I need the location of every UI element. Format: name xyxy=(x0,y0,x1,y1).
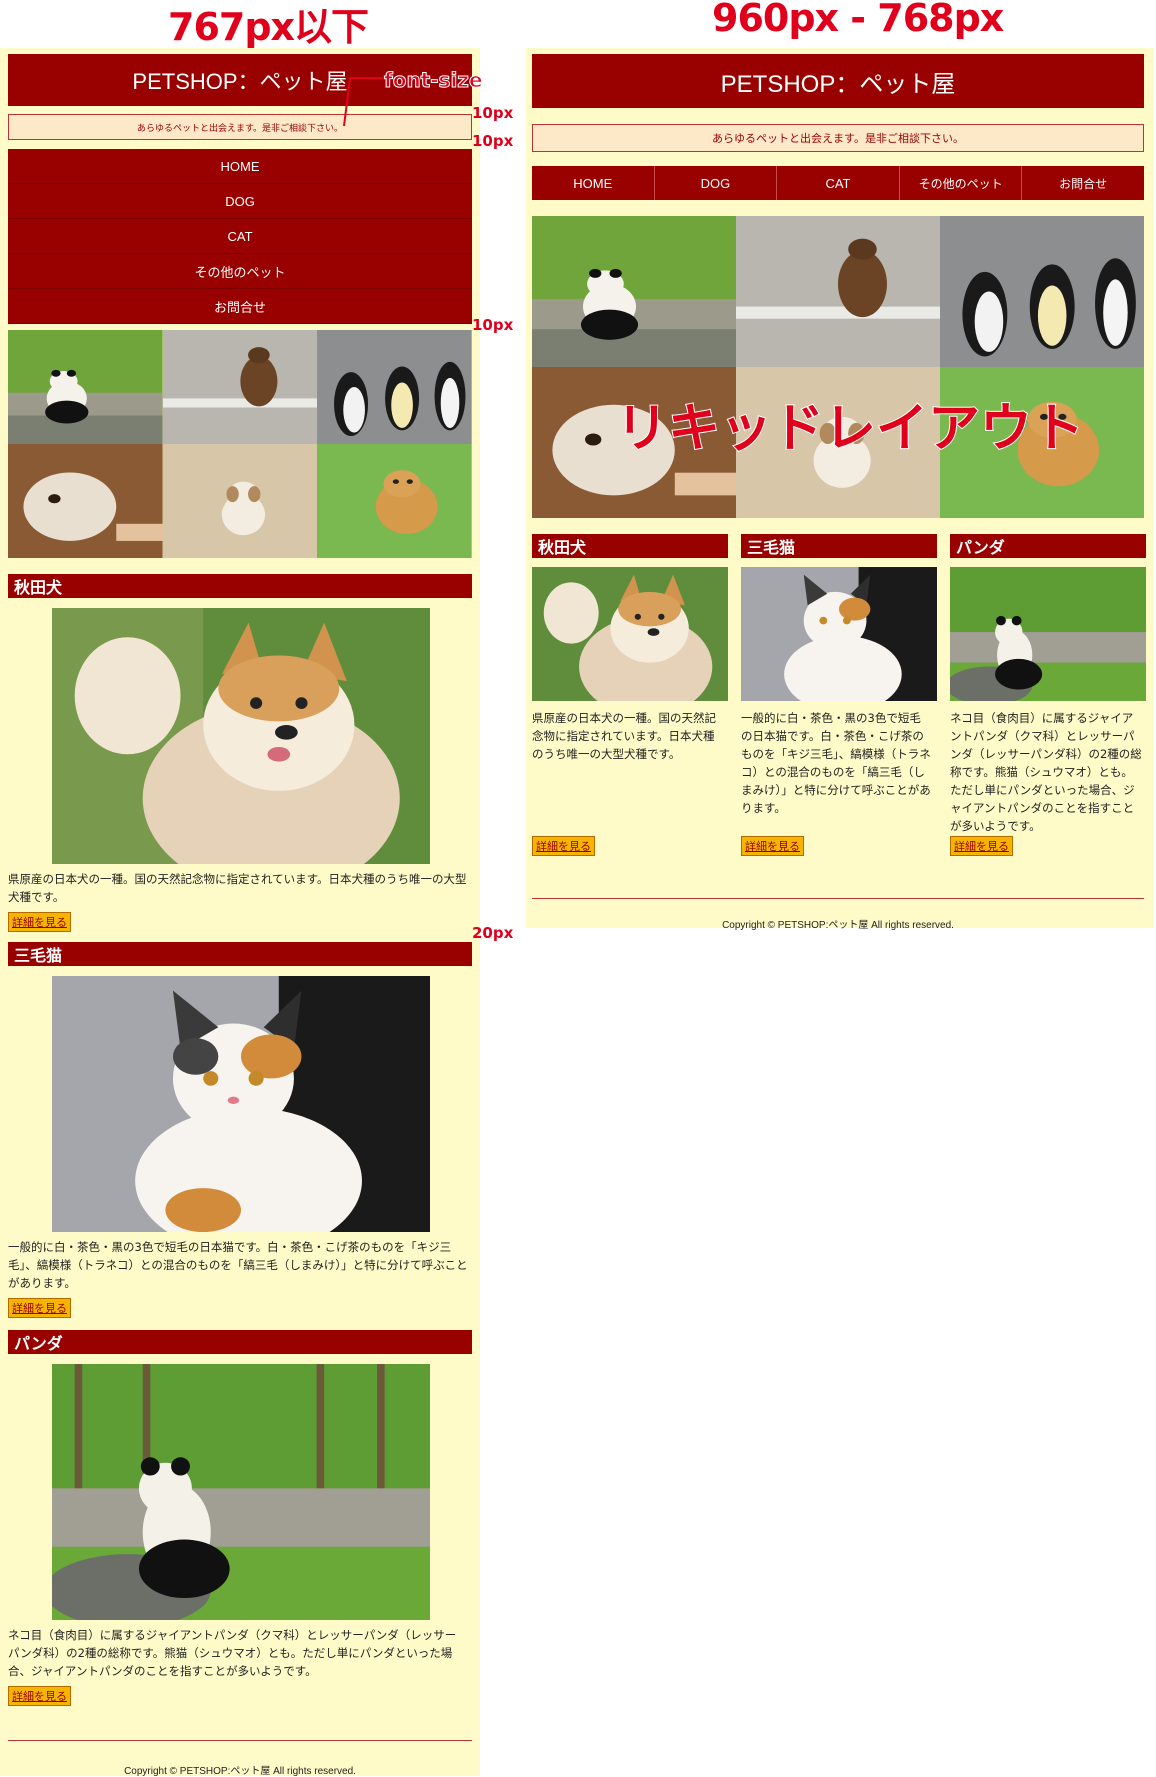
article-desc-calico-tablet: 一般的に白・茶色・黒の3色で短毛の日本猫です。白・茶色・こげ茶のものを「キジ三毛… xyxy=(741,711,931,815)
catch-copy-tablet: あらゆるペットと出会えます。是非ご相談下さい。 xyxy=(532,124,1144,152)
tablet-layout: PETSHOP：ペット屋 あらゆるペットと出会えます。是非ご相談下さい。 HOM… xyxy=(526,48,1154,931)
footer-copyright-tablet: Copyright © PETSHOP:ペット屋 All rights rese… xyxy=(722,920,954,931)
left-heading: 767px以下 xyxy=(168,5,369,49)
calico-detail-button-tablet[interactable]: 詳細を見る xyxy=(741,836,804,856)
camel-thumb xyxy=(8,444,163,558)
nav-home-tablet[interactable]: HOME xyxy=(532,166,655,200)
article-title-akita-tablet: 秋田犬 xyxy=(532,534,728,558)
panda-thumb-tablet xyxy=(532,216,736,367)
nav-dog[interactable]: DOG xyxy=(8,184,472,219)
article-title-calico: 三毛猫 xyxy=(8,942,472,966)
panda-thumb xyxy=(8,330,163,444)
hero-collage xyxy=(8,330,472,558)
tablet-nav: HOME DOG CAT その他のペット お問合せ xyxy=(532,166,1144,200)
nav-cat[interactable]: CAT xyxy=(8,219,472,254)
article-title-akita: 秋田犬 xyxy=(8,574,472,598)
akita-photo-tablet xyxy=(532,567,728,701)
nav-other-pets-tablet[interactable]: その他のペット xyxy=(899,166,1023,200)
nav-dog-tablet[interactable]: DOG xyxy=(654,166,778,200)
footer-divider xyxy=(8,1740,472,1741)
article-desc-calico: 一般的に白・茶色・黒の3色で短毛の日本猫です。白・茶色・こげ茶のものを「キジ三毛… xyxy=(8,1240,468,1290)
gap-annotation-1: 10px xyxy=(472,104,514,122)
hawk-thumb-tablet xyxy=(736,216,940,367)
nav-contact-tablet[interactable]: お問合せ xyxy=(1022,166,1144,200)
nav-other-pets[interactable]: その他のペット xyxy=(8,254,472,289)
hawk-thumb xyxy=(162,330,318,444)
liquid-layout-annotation: リキッドレイアウト xyxy=(615,398,1085,460)
gap-annotation-2: 10px xyxy=(472,132,514,150)
nav-home[interactable]: HOME xyxy=(8,149,472,184)
footer-divider-tablet xyxy=(532,898,1144,899)
hero-collage-tablet xyxy=(532,216,1144,518)
panda-detail-button[interactable]: 詳細を見る xyxy=(8,1686,71,1706)
nav-contact[interactable]: お問合せ xyxy=(8,289,472,324)
gap-annotation-3: 10px xyxy=(472,316,514,334)
penguin-thumb xyxy=(317,330,472,444)
article-title-panda: パンダ xyxy=(8,1330,472,1354)
right-heading: 960px - 768px xyxy=(712,0,1004,40)
font-size-pointer xyxy=(343,77,384,127)
footer-copyright: Copyright © PETSHOP:ペット屋 All rights rese… xyxy=(124,1766,356,1777)
akita-detail-button-tablet[interactable]: 詳細を見る xyxy=(532,836,595,856)
mobile-layout: PETSHOP：ペット屋 あらゆるペットと出会えます。是非ご相談下さい。 HOM… xyxy=(0,48,480,1777)
poodle-thumb xyxy=(162,444,318,558)
article-title-panda-tablet: パンダ xyxy=(950,534,1146,558)
article-desc-akita: 県原産の日本犬の一種。国の天然記念物に指定されています。日本犬種のうち唯一の大型… xyxy=(8,872,467,904)
panda-detail-button-tablet[interactable]: 詳細を見る xyxy=(950,836,1013,856)
akita-photo xyxy=(52,608,430,864)
article-title-calico-tablet: 三毛猫 xyxy=(741,534,937,558)
nav-cat-tablet[interactable]: CAT xyxy=(777,166,900,200)
akita-detail-button[interactable]: 詳細を見る xyxy=(8,912,71,932)
article-desc-panda-tablet: ネコ目（食肉目）に属するジャイアントパンダ（クマ科）とレッサーパンダ（レッサーパ… xyxy=(950,711,1142,833)
gap-annotation-4: 20px xyxy=(472,924,514,942)
penguin-thumb-tablet xyxy=(940,216,1144,367)
catch-copy: あらゆるペットと出会えます。是非ご相談下さい。 xyxy=(8,114,472,140)
panda-photo-tablet xyxy=(950,567,1146,701)
calico-detail-button[interactable]: 詳細を見る xyxy=(8,1298,71,1318)
golden-thumb xyxy=(317,444,472,558)
mobile-nav: HOME DOG CAT その他のペット お問合せ xyxy=(8,149,472,324)
calico-photo xyxy=(52,976,430,1232)
calico-photo-tablet xyxy=(741,567,937,701)
font-size-annotation: font-size調整 xyxy=(384,68,524,93)
article-desc-panda: ネコ目（食肉目）に属するジャイアントパンダ（クマ科）とレッサーパンダ（レッサーパ… xyxy=(8,1628,457,1678)
panda-photo xyxy=(52,1364,430,1620)
site-title-tablet[interactable]: PETSHOP：ペット屋 xyxy=(532,54,1144,108)
article-desc-akita-tablet: 県原産の日本犬の一種。国の天然記念物に指定されています。日本犬種のうち唯一の大型… xyxy=(532,711,716,761)
